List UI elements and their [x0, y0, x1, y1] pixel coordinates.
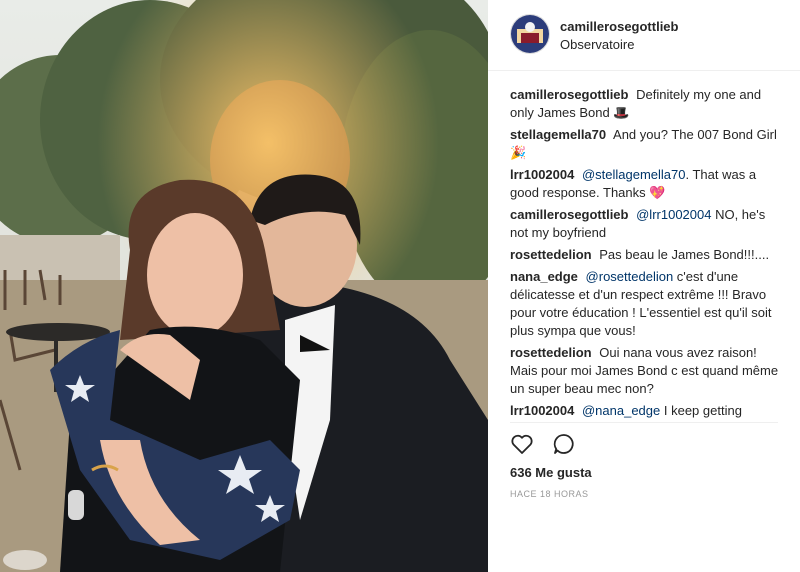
comment-mention[interactable]: @nana_edge — [582, 403, 660, 418]
comment-text: I keep getting — [660, 403, 742, 418]
comment-text: Pas beau le James Bond!!!.... — [599, 247, 770, 262]
comment-username[interactable]: camillerosegottlieb — [510, 87, 628, 102]
comment-username[interactable]: lrr1002004 — [510, 403, 574, 418]
comment-username[interactable]: nana_edge — [510, 269, 578, 284]
comment-item: stellagemella70 And you? The 007 Bond Gi… — [510, 126, 782, 162]
comment-item: rosettedelion Pas beau le James Bond!!!.… — [510, 246, 782, 264]
post-photo[interactable] — [0, 0, 488, 572]
post-header: camillerosegottlieb Observatoire — [488, 0, 800, 71]
comment-list[interactable]: camillerosegottlieb Definitely my one an… — [510, 86, 782, 422]
post-location[interactable]: Observatoire — [560, 37, 634, 52]
divider — [510, 422, 778, 423]
avatar[interactable] — [510, 14, 550, 54]
comment-username[interactable]: stellagemella70 — [510, 127, 606, 142]
instagram-post-view: camillerosegottlieb Observatoire camille… — [0, 0, 800, 572]
post-side-panel: camillerosegottlieb Observatoire camille… — [488, 0, 800, 572]
post-username[interactable]: camillerosegottlieb — [560, 19, 678, 34]
comment-item: lrr1002004 @stellagemella70. That was a … — [510, 166, 782, 202]
heart-icon[interactable] — [510, 432, 534, 456]
comment-icon[interactable] — [552, 432, 576, 456]
comment-item: nana_edge @rosettedelion c'est d'une dél… — [510, 268, 782, 340]
avatar-image-icon — [511, 15, 549, 53]
comment-username[interactable]: camillerosegottlieb — [510, 207, 628, 222]
comment-mention[interactable]: @rosettedelion — [586, 269, 674, 284]
post-timestamp: HACE 18 HORAS — [510, 489, 589, 499]
comment-username[interactable]: rosettedelion — [510, 345, 592, 360]
comment-mention[interactable]: @lrr1002004 — [636, 207, 711, 222]
action-bar — [510, 432, 590, 458]
comment-item: camillerosegottlieb @lrr1002004 NO, he's… — [510, 206, 782, 242]
comment-mention[interactable]: @stellagemella70 — [582, 167, 686, 182]
comment-item: camillerosegottlieb Definitely my one an… — [510, 86, 782, 122]
photo-illustration — [0, 0, 488, 572]
likes-count[interactable]: 636 Me gusta — [510, 465, 592, 480]
comment-username[interactable]: rosettedelion — [510, 247, 592, 262]
comment-item: rosettedelion Oui nana vous avez raison!… — [510, 344, 782, 398]
comment-item: lrr1002004 @nana_edge I keep getting — [510, 402, 782, 420]
comment-username[interactable]: lrr1002004 — [510, 167, 574, 182]
